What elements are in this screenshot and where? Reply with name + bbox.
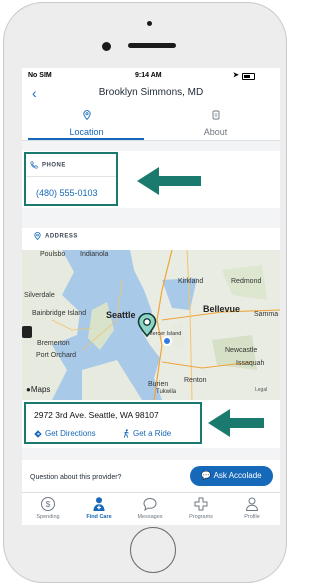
map-label-seattle: Seattle	[106, 310, 136, 320]
dollar-circle-icon: $	[22, 496, 74, 512]
map-label-bainbridge: Bainbridge Island	[32, 310, 87, 317]
active-tab-indicator	[28, 138, 144, 140]
map-label-poulsbo: Poulsbo	[40, 251, 66, 258]
maps-brand: ●Maps	[26, 385, 50, 394]
map-label-issaquah: Issaquah	[236, 360, 265, 367]
current-location-dot	[162, 336, 172, 346]
maps-brand-label: Maps	[30, 385, 51, 394]
map-label-tukwila: Tukwila	[156, 389, 177, 395]
nav-messages-label: Messages	[137, 514, 163, 520]
location-pin-icon	[22, 110, 151, 122]
get-a-ride-link[interactable]: Get a Ride	[122, 429, 172, 439]
home-button[interactable]	[130, 527, 176, 573]
app-screen: No SIM 9:14 AM ➤ ‹ Brooklyn Simmons, MD …	[22, 68, 280, 525]
bottom-nav: $ Spending Find Care Messages Programs P…	[22, 492, 280, 525]
address-heading: ADDRESS	[34, 232, 78, 241]
location-arrow-icon: ➤	[233, 72, 239, 79]
medical-cross-icon	[175, 496, 227, 512]
address-callout-arrow	[208, 409, 264, 437]
tab-bar: Location About	[22, 108, 280, 141]
tab-about-label: About	[203, 127, 228, 137]
nav-programs[interactable]: Programs	[175, 496, 227, 520]
provider-location-pin-icon[interactable]	[137, 313, 157, 337]
street-address: 2972 3rd Ave. Seattle, WA 98107	[34, 410, 159, 420]
phone-heading: PHONE	[30, 161, 66, 169]
tab-about[interactable]: About	[151, 108, 280, 140]
map-label-sammamish: Samma	[254, 311, 279, 318]
nav-programs-label: Programs	[189, 514, 213, 520]
address-heading-label: ADDRESS	[45, 233, 78, 240]
map-label-newcastle: Newcastle	[225, 347, 258, 354]
sensor-dot	[147, 21, 152, 26]
battery-icon	[242, 73, 255, 80]
map-label-bellevue: Bellevue	[203, 304, 241, 314]
chat-bubble-icon	[124, 496, 176, 512]
nav-profile[interactable]: Profile	[226, 496, 278, 520]
nav-spending[interactable]: $ Spending	[22, 496, 74, 520]
tab-location-label: Location	[69, 127, 104, 137]
chat-icon: 💬	[201, 471, 212, 480]
nav-spending-label: Spending	[36, 514, 60, 520]
address-section: 2972 3rd Ave. Seattle, WA 98107 Get Dire…	[24, 402, 202, 444]
phone-callout-arrow	[137, 167, 201, 195]
section-divider	[22, 141, 280, 151]
get-a-ride-label: Get a Ride	[133, 429, 172, 438]
map-label-redmond: Redmond	[231, 278, 262, 285]
phone-heading-label: PHONE	[42, 162, 66, 169]
document-icon	[151, 110, 280, 122]
phone-section: PHONE (480) 555-0103	[24, 152, 118, 206]
nav-bar: ‹ Brooklyn Simmons, MD	[22, 82, 280, 104]
doctor-icon	[73, 496, 125, 512]
tab-location[interactable]: Location	[22, 108, 151, 140]
nav-profile-label: Profile	[244, 514, 260, 520]
provider-question: Question about this provider?	[30, 474, 122, 481]
phone-number-link[interactable]: (480) 555-0103	[36, 188, 98, 198]
map-label-renton: Renton	[184, 377, 207, 384]
svg-text:$: $	[46, 500, 51, 509]
map-label-bremerton: Bremerton	[37, 340, 70, 347]
status-time: 9:14 AM	[135, 72, 162, 79]
map-label-burien: Burien	[148, 381, 169, 388]
carrier-label: No SIM	[28, 72, 52, 79]
walking-person-icon	[123, 429, 129, 439]
map-label-indianola: Indianola	[80, 251, 109, 258]
map-label-port-orchard: Port Orchard	[36, 352, 77, 359]
nav-find-care-label: Find Care	[86, 514, 112, 520]
map-legal-link[interactable]: Legal	[255, 387, 267, 393]
front-camera	[102, 42, 111, 51]
section-divider	[22, 208, 280, 228]
ask-accolade-button[interactable]: 💬 Ask Accolade	[190, 466, 273, 486]
section-divider	[22, 448, 280, 460]
person-icon	[226, 496, 278, 512]
nav-messages[interactable]: Messages	[124, 496, 176, 520]
get-directions-label: Get Directions	[45, 429, 96, 438]
earpiece-speaker	[128, 43, 176, 48]
phone-divider	[26, 176, 116, 177]
address-pin-icon	[34, 232, 41, 241]
location-map[interactable]: Poulsbo Indianola Kirkland Redmond Silve…	[22, 250, 280, 400]
map-contact-card-icon	[22, 326, 32, 338]
ask-accolade-label: Ask Accolade	[213, 471, 262, 480]
status-bar: No SIM 9:14 AM ➤	[22, 68, 280, 82]
directions-icon	[34, 430, 42, 438]
nav-find-care[interactable]: Find Care	[73, 496, 125, 520]
phone-icon	[30, 161, 38, 169]
map-label-kirkland: Kirkland	[178, 278, 204, 285]
get-directions-link[interactable]: Get Directions	[34, 429, 96, 438]
map-label-silverdale: Silverdale	[24, 292, 55, 299]
page-title: Brooklyn Simmons, MD	[98, 87, 204, 98]
